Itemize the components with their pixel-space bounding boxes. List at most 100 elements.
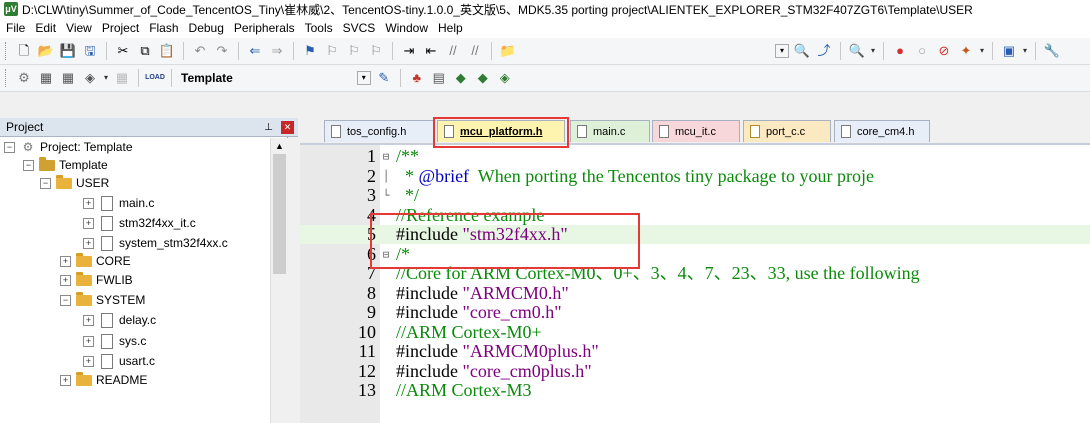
tree-item-file[interactable]: + sys.c xyxy=(83,332,146,350)
rebuild-icon[interactable]: ▦ xyxy=(59,69,77,87)
target-options-icon[interactable]: ✎ xyxy=(375,69,393,87)
tree-item-folder[interactable]: − SYSTEM xyxy=(60,291,145,309)
select-packs-icon[interactable]: ▤ xyxy=(430,69,448,87)
code-line[interactable]: 11 #include "ARMCM0plus.h" xyxy=(300,342,1090,361)
menu-file[interactable]: File xyxy=(0,18,30,38)
comment-icon[interactable]: // xyxy=(444,42,462,60)
indent-icon[interactable]: ⇥ xyxy=(400,42,418,60)
tree-item-project[interactable]: − ⚙ Project: Template xyxy=(4,138,133,156)
pack-installer-icon[interactable]: ◆ xyxy=(474,69,492,87)
menu-window[interactable]: Window xyxy=(380,18,433,38)
code-line[interactable]: 10 //ARM Cortex-M0+ xyxy=(300,322,1090,342)
undo-icon[interactable]: ↶ xyxy=(191,42,209,60)
breakpoint-disable-icon[interactable]: ⊘ xyxy=(935,42,953,60)
bookmark-prev-icon[interactable]: ⚐ xyxy=(323,42,341,60)
collapse-icon[interactable]: − xyxy=(23,159,34,171)
build-icon[interactable]: ▦ xyxy=(37,69,55,87)
expand-icon[interactable]: + xyxy=(83,237,94,249)
code-editor[interactable]: 1 ⊟/** 2 │ * @brief When porting the Tencen… xyxy=(300,145,1090,423)
collapse-icon[interactable]: − xyxy=(40,177,51,189)
scroll-up-icon[interactable]: ▲ xyxy=(271,138,288,154)
code-line[interactable]: 8 #include "ARMCM0.h" xyxy=(300,283,1090,303)
navigate-forward-icon[interactable]: ⇒ xyxy=(268,42,286,60)
save-all-icon[interactable]: 🖫 xyxy=(81,42,99,60)
chevron-down-icon[interactable]: ▾ xyxy=(101,69,111,87)
bookmark-clear-icon[interactable]: ⚐ xyxy=(367,42,385,60)
save-icon[interactable]: 💾 xyxy=(59,42,77,60)
expand-icon[interactable]: + xyxy=(83,314,94,326)
code-line[interactable]: 5 #include "stm32f4xx.h" xyxy=(300,225,1090,244)
tree-item-folder[interactable]: + CORE xyxy=(60,252,131,270)
code-line[interactable]: 9 #include "core_cm0.h" xyxy=(300,303,1090,322)
collapse-icon[interactable]: − xyxy=(60,294,71,306)
fold-collapse-icon[interactable]: ⊟ xyxy=(380,245,392,264)
tab-tos-config[interactable]: tos_config.h xyxy=(324,120,434,142)
manage-project-items-icon[interactable]: ♣ xyxy=(408,69,426,87)
incremental-find-icon[interactable]: ⤴ xyxy=(815,42,833,60)
tree-item-folder[interactable]: − USER xyxy=(40,174,109,192)
breakpoint-insert-icon[interactable]: ● xyxy=(891,42,909,60)
find-icon[interactable]: 🔍 xyxy=(793,42,811,60)
menu-debug[interactable]: Debug xyxy=(184,18,229,38)
cut-icon[interactable]: ✂ xyxy=(114,42,132,60)
batch-build-icon[interactable]: ◈ xyxy=(81,69,99,87)
toolbar-grip[interactable] xyxy=(5,69,9,87)
new-file-icon[interactable]: 🗋 xyxy=(15,42,33,60)
copy-icon[interactable]: ⧉ xyxy=(136,42,154,60)
uncomment-icon[interactable]: // xyxy=(466,42,484,60)
bookmark-toggle-icon[interactable]: ⚑ xyxy=(301,42,319,60)
menu-help[interactable]: Help xyxy=(433,18,468,38)
tree-item-folder[interactable]: + README xyxy=(60,371,147,389)
close-icon[interactable]: ✕ xyxy=(281,120,294,134)
code-line[interactable]: 12 #include "core_cm0plus.h" xyxy=(300,361,1090,381)
bookmark-next-icon[interactable]: ⚐ xyxy=(345,42,363,60)
scrollbar-thumb[interactable] xyxy=(273,154,286,274)
tab-main-c[interactable]: main.c xyxy=(570,120,650,142)
unindent-icon[interactable]: ⇤ xyxy=(422,42,440,60)
navigate-back-icon[interactable]: ⇐ xyxy=(246,42,264,60)
menu-peripherals[interactable]: Peripherals xyxy=(229,18,300,38)
fold-collapse-icon[interactable]: ⊟ xyxy=(380,147,392,166)
expand-icon[interactable]: + xyxy=(83,335,94,347)
expand-icon[interactable]: + xyxy=(60,274,71,286)
tree-item-file[interactable]: + system_stm32f4xx.c xyxy=(83,234,228,252)
redo-icon[interactable]: ↷ xyxy=(213,42,231,60)
tree-item-file[interactable]: + stm32f4xx_it.c xyxy=(83,214,196,232)
manage-rte-icon[interactable]: ◆ xyxy=(452,69,470,87)
configure-icon[interactable]: 🔧 xyxy=(1043,42,1061,60)
expand-icon[interactable]: + xyxy=(83,197,94,209)
tree-item-file[interactable]: + delay.c xyxy=(83,311,156,329)
tree-item-file[interactable]: + main.c xyxy=(83,194,154,212)
tab-mcu-platform[interactable]: mcu_platform.h xyxy=(437,120,565,142)
debug-start-icon[interactable]: 🔍 xyxy=(848,42,866,60)
menu-flash[interactable]: Flash xyxy=(144,18,183,38)
collapse-icon[interactable]: − xyxy=(4,141,15,153)
paste-icon[interactable]: 📋 xyxy=(158,42,176,60)
code-line[interactable]: 2 │ * @brief When porting the Tencentos t… xyxy=(300,166,1090,186)
tree-item-target[interactable]: − Template xyxy=(23,156,108,174)
translate-icon[interactable]: ⚙ xyxy=(15,69,33,87)
tree-item-folder[interactable]: + FWLIB xyxy=(60,271,133,289)
project-scrollbar[interactable]: ▲ xyxy=(270,138,288,423)
stop-build-icon[interactable]: ▦ xyxy=(113,69,131,87)
tab-core-cm4[interactable]: core_cm4.h xyxy=(834,120,930,142)
open-folder-icon[interactable]: 📂 xyxy=(37,42,55,60)
find-combo-icon[interactable]: ▾ xyxy=(775,44,789,58)
breakpoint-kill-icon[interactable]: ✦ xyxy=(957,42,975,60)
target-select[interactable]: Template xyxy=(181,71,233,85)
toolbar-grip[interactable] xyxy=(5,42,9,60)
code-line[interactable]: 1 ⊟/** xyxy=(300,147,1090,166)
window-layout-icon[interactable]: ▣ xyxy=(1000,42,1018,60)
expand-icon[interactable]: + xyxy=(60,255,71,267)
pin-icon[interactable]: ⊥ xyxy=(264,122,273,133)
expand-icon[interactable]: + xyxy=(83,355,94,367)
expand-icon[interactable]: + xyxy=(83,217,94,229)
chevron-down-icon[interactable]: ▾ xyxy=(868,42,878,60)
chevron-down-icon[interactable]: ▾ xyxy=(977,42,987,60)
chevron-down-icon[interactable]: ▾ xyxy=(1020,42,1030,60)
code-line[interactable]: 4 //Reference example xyxy=(300,205,1090,225)
expand-icon[interactable]: + xyxy=(60,374,71,386)
find-in-files-icon[interactable]: 📁 xyxy=(499,42,517,60)
menu-tools[interactable]: Tools xyxy=(300,18,338,38)
target-dropdown-area[interactable] xyxy=(241,69,349,87)
